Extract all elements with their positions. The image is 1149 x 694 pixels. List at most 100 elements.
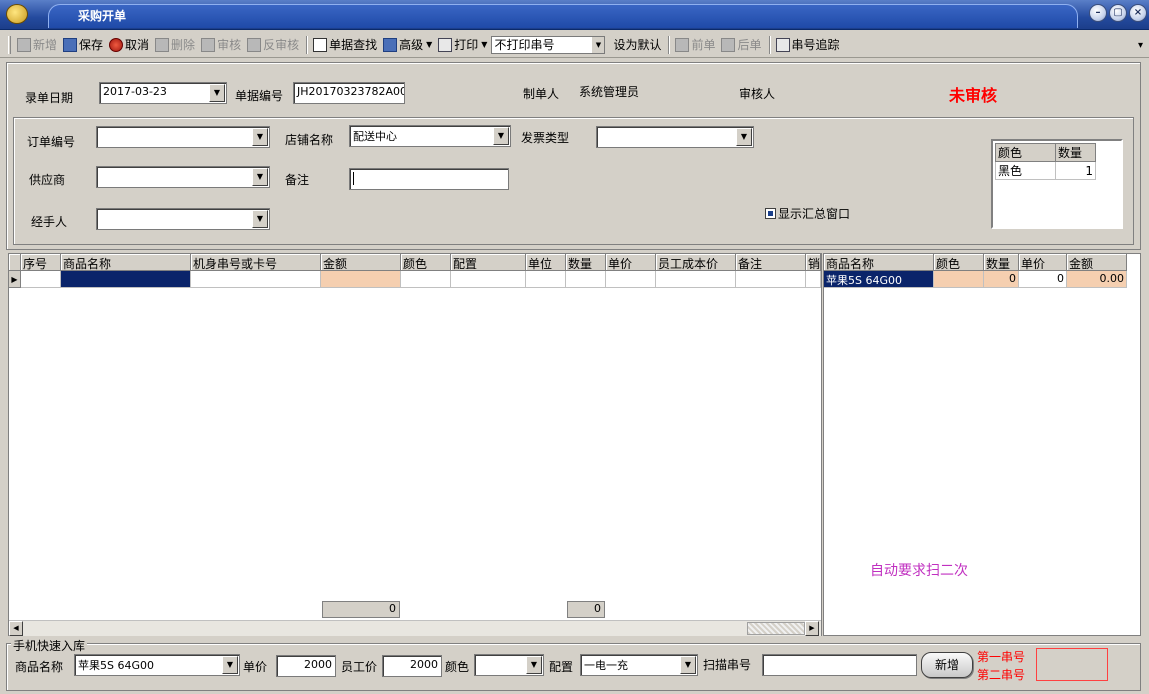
col-header-color[interactable]: 颜色: [401, 254, 451, 271]
col-header-product[interactable]: 商品名称: [824, 254, 934, 271]
scroll-right-icon[interactable]: ▶: [805, 621, 819, 636]
doc-no-field[interactable]: JH20170323782A001: [293, 82, 405, 104]
invoice-type-combo[interactable]: ▼: [596, 126, 754, 148]
cell-staff-cost[interactable]: [656, 271, 736, 288]
advanced-dropdown-icon: ▼: [426, 40, 433, 49]
chevron-down-icon[interactable]: ▼: [252, 128, 268, 146]
col-header-amount[interactable]: 金额: [1067, 254, 1127, 271]
approve-label: 审核: [217, 38, 242, 52]
print-mode-value: 不打印串号: [494, 38, 555, 52]
print-mode-select[interactable]: 不打印串号 ▼: [491, 35, 606, 54]
supplier-combo[interactable]: ▼: [96, 166, 270, 188]
quick-price-label: 单价: [243, 660, 268, 674]
checkbox-icon[interactable]: [765, 208, 776, 219]
chevron-down-icon[interactable]: ▼: [209, 84, 225, 102]
quick-config-combo[interactable]: 一电一充 ▼: [580, 654, 698, 676]
serial-trace-button[interactable]: 串号追踪: [774, 34, 844, 56]
save-label: 保存: [79, 38, 104, 52]
doc-lookup-button[interactable]: 单据查找: [311, 34, 381, 56]
cell-unit[interactable]: [526, 271, 566, 288]
purchase-order-window: 采购开单 – ▢ × 新增 保存 取消 删除 审核 反审核 单据查找 高级 ▼ 打…: [0, 0, 1149, 694]
show-summary-checkbox[interactable]: 显示汇总窗口: [765, 205, 850, 222]
cell-config[interactable]: [451, 271, 526, 288]
restore-icon[interactable]: ▢: [1109, 4, 1127, 22]
col-header-serial[interactable]: 机身串号或卡号: [191, 254, 321, 271]
quick-color-combo[interactable]: ▼: [474, 654, 544, 676]
summary-price-cell[interactable]: 0: [1019, 271, 1067, 288]
new-button[interactable]: 新增: [15, 34, 61, 56]
quick-scan-input[interactable]: [762, 654, 917, 676]
col-header-staff-cost[interactable]: 员工成本价: [656, 254, 736, 271]
close-icon[interactable]: ×: [1129, 4, 1147, 22]
cell-color[interactable]: [401, 271, 451, 288]
delete-button[interactable]: 删除: [153, 34, 199, 56]
quick-product-combo[interactable]: 苹果5S 64G00 ▼: [74, 654, 240, 676]
handler-combo[interactable]: ▼: [96, 208, 270, 230]
print-button[interactable]: 打印 ▼: [436, 34, 491, 56]
col-header-unit[interactable]: 单位: [526, 254, 566, 271]
col-header-price[interactable]: 单价: [606, 254, 656, 271]
cell-price[interactable]: [606, 271, 656, 288]
supplier-label: 供应商: [29, 173, 66, 187]
cell-amount[interactable]: [321, 271, 401, 288]
approve-button[interactable]: 审核: [199, 34, 245, 56]
chevron-down-icon[interactable]: ▼: [736, 128, 752, 146]
scroll-thumb[interactable]: [747, 622, 805, 635]
title-bar[interactable]: 采购开单 – ▢ ×: [0, 0, 1149, 30]
cell-index[interactable]: [21, 271, 61, 288]
serial-display-box: [1036, 648, 1108, 681]
order-no-combo[interactable]: ▼: [96, 126, 270, 148]
remark-input[interactable]: [349, 168, 509, 190]
chevron-down-icon[interactable]: ▼: [680, 656, 696, 674]
app-logo-icon: [6, 4, 28, 24]
col-header-remark[interactable]: 备注: [736, 254, 806, 271]
quick-color-label: 颜色: [445, 660, 470, 674]
store-label: 店铺名称: [285, 133, 334, 147]
row-indicator-icon[interactable]: ▶: [9, 271, 21, 288]
quick-price-input[interactable]: 2000: [276, 655, 336, 677]
date-picker[interactable]: 2017-03-23 ▼: [99, 82, 227, 104]
cancel-button[interactable]: 取消: [107, 34, 153, 56]
col-header-config[interactable]: 配置: [451, 254, 526, 271]
toolbar-overflow-icon[interactable]: ▾: [1138, 40, 1143, 51]
quick-staff-price-input[interactable]: 2000: [382, 655, 442, 677]
chevron-down-icon[interactable]: ▼: [222, 656, 238, 674]
summary-product-cell[interactable]: 苹果5S 64G00: [824, 271, 934, 288]
unapprove-button[interactable]: 反审核: [245, 34, 303, 56]
col-header-sale[interactable]: 销: [806, 254, 821, 271]
chevron-down-icon[interactable]: ▼: [526, 656, 542, 674]
store-combo[interactable]: 配送中心 ▼: [349, 125, 511, 147]
next-button[interactable]: 后单: [719, 34, 765, 56]
text-cursor: [353, 171, 354, 185]
advanced-button[interactable]: 高级 ▼: [381, 34, 436, 56]
save-button[interactable]: 保存: [61, 34, 107, 56]
chevron-down-icon[interactable]: ▼: [493, 127, 509, 145]
chevron-down-icon[interactable]: ▼: [252, 210, 268, 228]
cell-product-selected[interactable]: [61, 271, 191, 288]
prev-button[interactable]: 前单: [673, 34, 719, 56]
col-header-product[interactable]: 商品名称: [61, 254, 191, 271]
col-header-amount[interactable]: 金额: [321, 254, 401, 271]
summary-qty-cell[interactable]: 0: [984, 271, 1019, 288]
cell-serial[interactable]: [191, 271, 321, 288]
cell-qty[interactable]: [566, 271, 606, 288]
summary-amount-cell[interactable]: 0.00: [1067, 271, 1127, 288]
col-header-color[interactable]: 颜色: [934, 254, 984, 271]
col-header-qty[interactable]: 数量: [566, 254, 606, 271]
color-quantity-grid: 颜色 数量 黑色 1: [991, 139, 1123, 229]
quick-add-button[interactable]: 新增: [921, 652, 973, 678]
table-row[interactable]: 黑色 1: [995, 161, 1096, 180]
col-header-index[interactable]: 序号: [21, 254, 61, 271]
summary-color-cell[interactable]: [934, 271, 984, 288]
print-label: 打印: [454, 38, 479, 52]
col-header-price[interactable]: 单价: [1019, 254, 1067, 271]
horizontal-scrollbar[interactable]: ◀ ▶: [9, 620, 821, 636]
cell-remark[interactable]: [736, 271, 806, 288]
cell-sale[interactable]: [806, 271, 821, 288]
date-label: 录单日期: [25, 91, 74, 105]
minimize-icon[interactable]: –: [1089, 4, 1107, 22]
set-default-button[interactable]: 设为默认: [611, 34, 665, 56]
scroll-left-icon[interactable]: ◀: [9, 621, 23, 636]
chevron-down-icon[interactable]: ▼: [252, 168, 268, 186]
col-header-qty[interactable]: 数量: [984, 254, 1019, 271]
